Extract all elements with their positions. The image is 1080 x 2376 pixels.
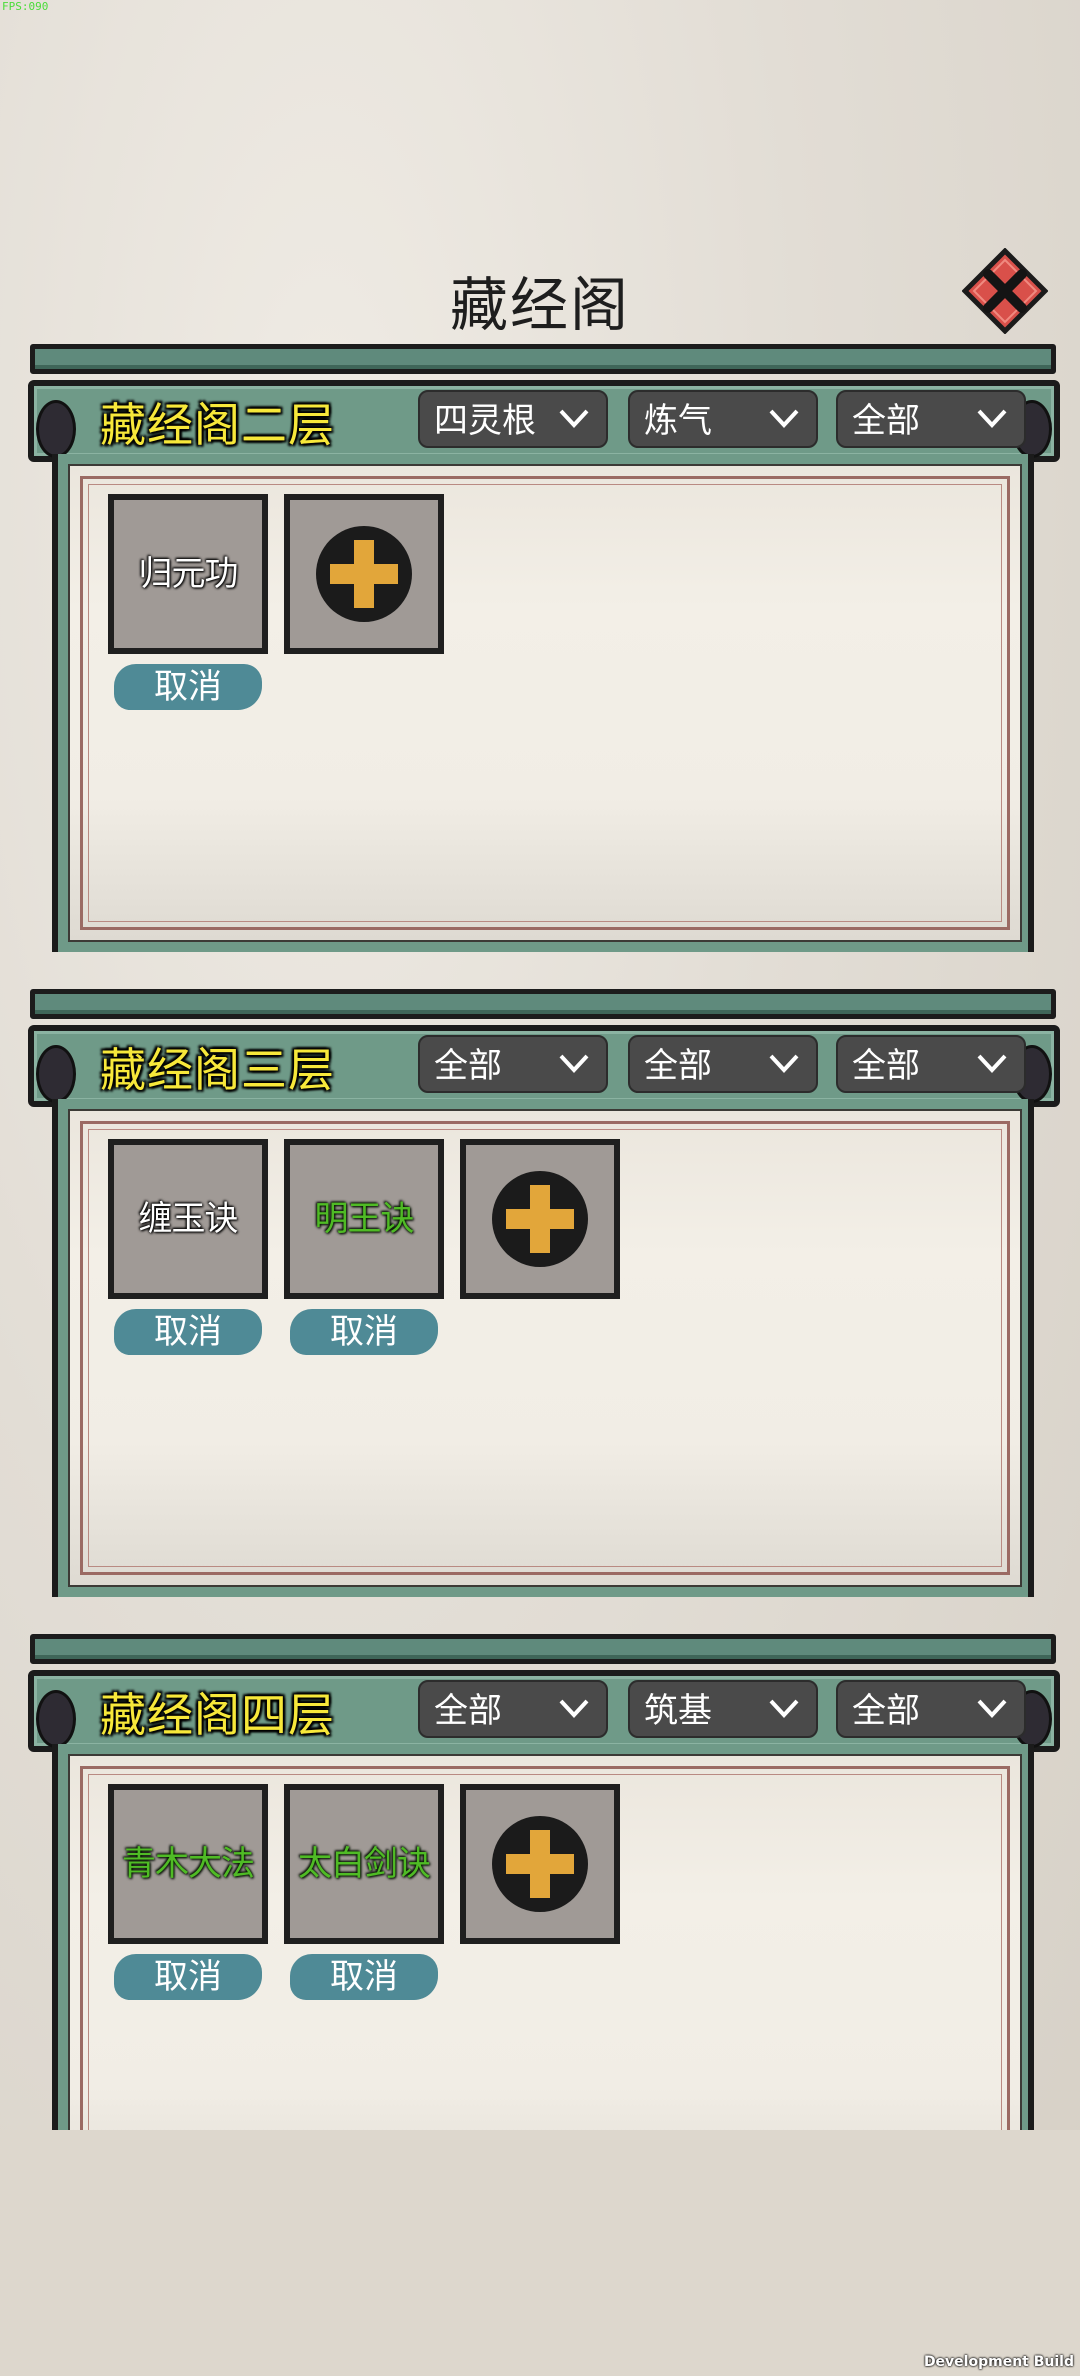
plus-icon xyxy=(492,1816,588,1912)
book-slot[interactable]: 青木大法 xyxy=(108,1784,268,1944)
page-title: 藏经阁 xyxy=(449,271,630,339)
chevron-down-icon xyxy=(559,1054,589,1073)
plus-icon xyxy=(492,1171,588,1267)
dropdown-value: 全部 xyxy=(434,1691,502,1731)
plus-icon xyxy=(316,526,412,622)
dev-build-label: Development Build xyxy=(923,2354,1074,2370)
dropdown-value: 全部 xyxy=(852,401,920,441)
dropdown-value: 全部 xyxy=(434,1046,502,1086)
cancel-button[interactable]: 取消 xyxy=(114,1954,262,2000)
scroll-rod-top xyxy=(30,989,1056,1019)
book-name: 明王诀 xyxy=(314,1199,415,1239)
realm-dropdown[interactable]: 炼气 xyxy=(628,390,818,448)
floor-title: 藏经阁三层 xyxy=(100,1043,335,1097)
scroll-knob-left xyxy=(36,1690,76,1748)
spirit-root-dropdown[interactable]: 全部 xyxy=(418,1680,608,1738)
book-name: 青木大法 xyxy=(122,1844,255,1884)
book-name: 太白剑诀 xyxy=(298,1844,431,1884)
chevron-down-icon xyxy=(559,1699,589,1718)
spirit-root-dropdown[interactable]: 全部 xyxy=(418,1035,608,1093)
book-name: 归元功 xyxy=(138,554,239,594)
add-book-slot[interactable] xyxy=(460,1784,620,1944)
cancel-button[interactable]: 取消 xyxy=(290,1309,438,1355)
fps-counter: FPS:090 xyxy=(2,0,49,13)
cancel-button[interactable]: 取消 xyxy=(114,1309,262,1355)
book-slot[interactable]: 太白剑诀 xyxy=(284,1784,444,1944)
floor-panel-frame: 归元功 取消 xyxy=(52,454,1034,952)
chevron-down-icon xyxy=(977,1054,1007,1073)
close-x-icon xyxy=(962,248,1048,334)
dropdown-value: 全部 xyxy=(852,1691,920,1731)
dropdown-value: 四灵根 xyxy=(434,401,536,441)
chevron-down-icon xyxy=(977,409,1007,428)
add-book-slot[interactable] xyxy=(284,494,444,654)
book-slot[interactable]: 归元功 xyxy=(108,494,268,654)
scroll-rod-top xyxy=(30,344,1056,374)
add-book-slot[interactable] xyxy=(460,1139,620,1299)
floor-section-2: 藏经阁二层 四灵根 炼气 全部 归元功 取消 xyxy=(0,344,1080,1020)
book-slot[interactable]: 缠玉诀 xyxy=(108,1139,268,1299)
chevron-down-icon xyxy=(769,1699,799,1718)
category-dropdown[interactable]: 全部 xyxy=(836,1035,1026,1093)
floor-title: 藏经阁四层 xyxy=(100,1688,335,1742)
dropdown-value: 全部 xyxy=(644,1046,712,1086)
background-bottom xyxy=(0,2130,1080,2376)
category-dropdown[interactable]: 全部 xyxy=(836,1680,1026,1738)
dropdown-value: 筑基 xyxy=(644,1691,712,1731)
realm-dropdown[interactable]: 全部 xyxy=(628,1035,818,1093)
spirit-root-dropdown[interactable]: 四灵根 xyxy=(418,390,608,448)
floor-panel: 缠玉诀 取消 明王诀 取消 xyxy=(68,1109,1022,1587)
floor-title: 藏经阁二层 xyxy=(100,398,335,452)
book-slot[interactable]: 明王诀 xyxy=(284,1139,444,1299)
floor-section-3: 藏经阁三层 全部 全部 全部 缠玉诀 取消 明王诀 取消 xyxy=(0,989,1080,1665)
scroll-rod-top xyxy=(30,1634,1056,1664)
chevron-down-icon xyxy=(559,409,589,428)
category-dropdown[interactable]: 全部 xyxy=(836,390,1026,448)
chevron-down-icon xyxy=(769,1054,799,1073)
dropdown-value: 炼气 xyxy=(644,401,712,441)
scroll-knob-left xyxy=(36,1045,76,1103)
floor-panel: 归元功 取消 xyxy=(68,464,1022,942)
dropdown-value: 全部 xyxy=(852,1046,920,1086)
scroll-knob-left xyxy=(36,400,76,458)
realm-dropdown[interactable]: 筑基 xyxy=(628,1680,818,1738)
cancel-button[interactable]: 取消 xyxy=(290,1954,438,2000)
floor-panel-frame: 缠玉诀 取消 明王诀 取消 xyxy=(52,1099,1034,1597)
chevron-down-icon xyxy=(769,409,799,428)
cancel-button[interactable]: 取消 xyxy=(114,664,262,710)
book-name: 缠玉诀 xyxy=(138,1199,239,1239)
chevron-down-icon xyxy=(977,1699,1007,1718)
close-button[interactable] xyxy=(962,248,1048,334)
